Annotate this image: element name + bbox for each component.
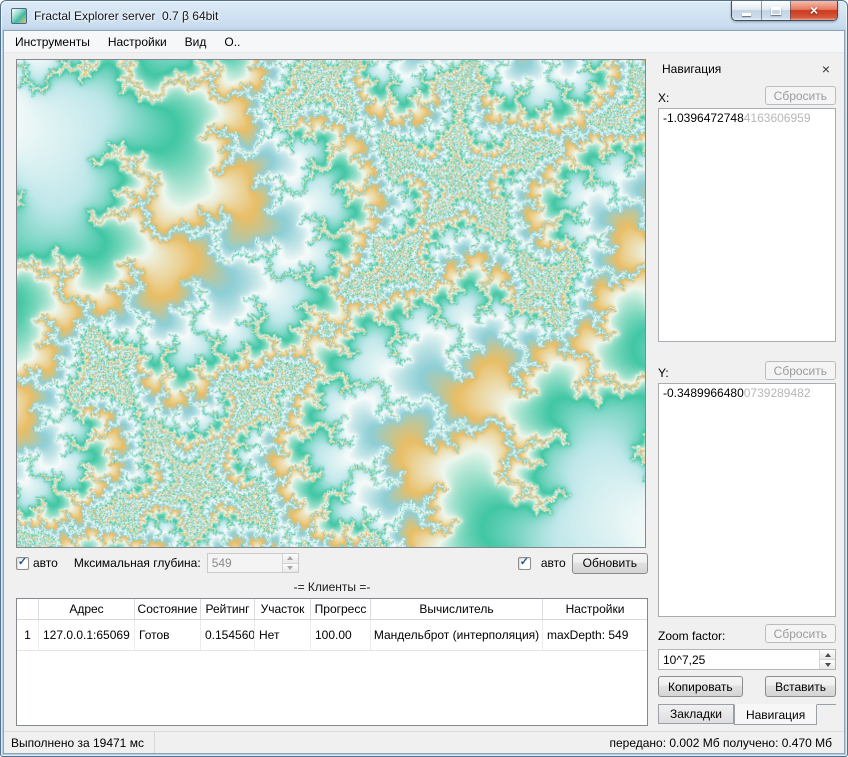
auto-refresh-label: авто <box>540 556 566 570</box>
auto-depth-checkbox[interactable]: ✓ <box>16 556 29 570</box>
y-field-row: Y: Сбросить <box>658 361 836 380</box>
titlebar[interactable]: Fractal Explorer server 0.7 β 64bit × <box>1 1 847 30</box>
check-icon: ✓ <box>519 556 529 568</box>
x-value-box[interactable]: -1.03964727484163606959 <box>658 108 836 342</box>
y-reset-button[interactable]: Сбросить <box>764 361 836 380</box>
navigation-panel-header[interactable]: Навигация × <box>658 59 836 79</box>
max-depth-label: Мксимальная глубина: <box>73 556 201 570</box>
menu-settings[interactable]: Настройки <box>99 31 176 52</box>
x-reset-button[interactable]: Сбросить <box>764 86 836 105</box>
zoom-spin-buttons <box>819 650 835 669</box>
auto-depth-label: авто <box>33 556 58 570</box>
arrow-down-icon <box>287 565 294 570</box>
y-value-extra-digits: 0739289482 <box>743 386 811 400</box>
zoom-field-row: Zoom factor: Сбросить <box>658 624 836 643</box>
max-depth-down-button[interactable] <box>282 562 298 572</box>
zoom-down-button[interactable] <box>820 659 835 669</box>
copy-button[interactable]: Копировать <box>658 676 743 697</box>
x-value-extra-digits: 4163606959 <box>743 111 811 125</box>
cell-progress[interactable]: 100.00 <box>311 620 371 650</box>
zoom-factor-spinbox <box>658 649 836 670</box>
y-value-box[interactable]: -0.34899664800739289482 <box>658 383 836 617</box>
fractal-view[interactable] <box>16 59 646 548</box>
row-number[interactable]: 1 <box>17 620 39 650</box>
app-icon <box>11 7 27 24</box>
minimize-icon <box>742 12 751 16</box>
max-depth-spin-buttons <box>281 554 298 572</box>
cell-address[interactable]: 127.0.0.1:65069 <box>39 620 135 650</box>
zoom-up-button[interactable] <box>820 650 835 659</box>
close-button[interactable]: × <box>790 1 837 20</box>
zoom-factor-input[interactable] <box>659 650 819 669</box>
auto-refresh-checkbox[interactable]: ✓ <box>517 556 531 570</box>
navigation-panel: Навигация × X: Сбросить -1.0396472748416… <box>658 59 836 725</box>
paste-button[interactable]: Вставить <box>765 676 836 697</box>
cell-calculator[interactable]: Мандельброт (интерполяция) <box>371 620 543 650</box>
dock-tabs: Закладки Навигация <box>658 704 836 725</box>
max-depth-input[interactable] <box>207 554 282 572</box>
main-area: ✓ авто Мксимальная глубина: ✓ авто Обнов… <box>4 53 844 731</box>
max-depth-spinbox <box>206 553 299 573</box>
column-region[interactable]: Участок <box>255 599 311 619</box>
y-value: -0.3489966480 <box>663 386 744 400</box>
column-rating[interactable]: Рейтинг <box>201 599 255 619</box>
clients-table-header: Адрес Состояние Рейтинг Участок Прогресс… <box>17 599 647 620</box>
maximize-button[interactable] <box>761 1 790 20</box>
refresh-group: ✓ авто Обновить <box>517 552 648 574</box>
arrow-up-icon <box>287 556 294 561</box>
client-area: Инструменты Настройки Вид О.. ✓ авто Мкс… <box>3 30 845 754</box>
minimize-button[interactable] <box>732 1 761 20</box>
status-traffic: передано: 0.002 Мб получено: 0.470 Мб <box>609 736 832 750</box>
zoom-reset-button[interactable]: Сбросить <box>764 624 836 643</box>
statusbar: Выполнено за 19471 мс передано: 0.002 Мб… <box>4 731 844 753</box>
menubar: Инструменты Настройки Вид О.. <box>4 31 844 53</box>
clients-section-title: -= Клиенты =- <box>293 580 371 594</box>
panel-close-button[interactable]: × <box>819 62 833 76</box>
cell-region[interactable]: Нет <box>255 620 311 650</box>
caption-buttons: × <box>731 1 838 21</box>
cell-settings[interactable]: maxDepth: 549 <box>543 620 647 650</box>
column-progress[interactable]: Прогресс <box>311 599 371 619</box>
arrow-down-icon <box>824 662 831 667</box>
client-table-row[interactable]: 1 127.0.0.1:65069 Готов 0.154560 Нет 100… <box>17 620 647 651</box>
x-value: -1.0396472748 <box>663 111 744 125</box>
table-empty-area <box>17 651 647 725</box>
column-state[interactable]: Состояние <box>135 599 201 619</box>
menu-view[interactable]: Вид <box>176 31 216 52</box>
cell-state[interactable]: Готов <box>135 620 201 650</box>
tab-bookmarks[interactable]: Закладки <box>658 705 734 724</box>
x-field-row: X: Сбросить <box>658 86 836 105</box>
refresh-button[interactable]: Обновить <box>571 552 648 574</box>
check-icon: ✓ <box>17 556 28 568</box>
maximize-icon <box>771 6 781 15</box>
navigation-panel-title: Навигация <box>662 62 722 76</box>
tab-navigation[interactable]: Навигация <box>733 704 818 725</box>
menu-about[interactable]: О.. <box>215 31 249 52</box>
app-window: Fractal Explorer server 0.7 β 64bit × Ин… <box>0 0 848 757</box>
menu-tools[interactable]: Инструменты <box>6 31 99 52</box>
x-label: X: <box>658 91 670 105</box>
window-title: Fractal Explorer server 0.7 β 64bit <box>34 8 219 23</box>
status-message: Выполнено за 19471 мс <box>4 732 155 753</box>
max-depth-up-button[interactable] <box>282 554 298 563</box>
zoom-factor-label: Zoom factor: <box>658 629 726 643</box>
column-settings[interactable]: Настройки <box>543 599 647 619</box>
depth-controls-row: ✓ авто Мксимальная глубина: ✓ авто Обнов… <box>16 552 648 574</box>
row-header-corner[interactable] <box>17 599 39 619</box>
column-calculator[interactable]: Вычислитель <box>371 599 543 619</box>
clipboard-buttons-row: Копировать Вставить <box>658 676 836 697</box>
column-address[interactable]: Адрес <box>39 599 135 619</box>
arrow-up-icon <box>824 652 831 657</box>
close-icon: × <box>809 2 819 18</box>
cell-rating[interactable]: 0.154560 <box>201 620 255 650</box>
fractal-column: ✓ авто Мксимальная глубина: ✓ авто Обнов… <box>16 59 648 726</box>
clients-table: Адрес Состояние Рейтинг Участок Прогресс… <box>16 598 648 726</box>
y-label: Y: <box>658 366 669 380</box>
